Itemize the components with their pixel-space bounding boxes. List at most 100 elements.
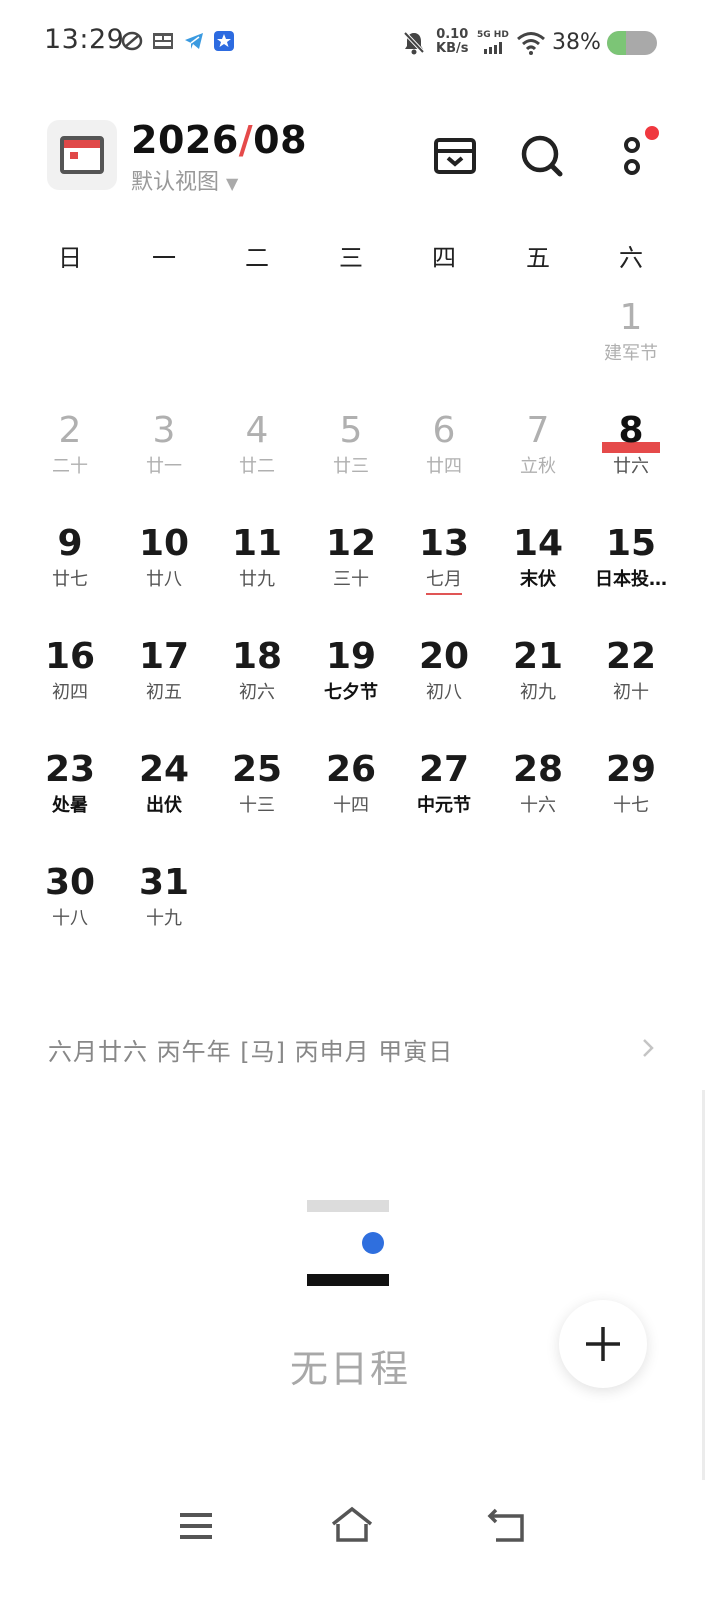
app-icon xyxy=(121,31,143,51)
day-cell[interactable]: 23 处暑 xyxy=(23,748,117,838)
day-number: 19 xyxy=(325,636,377,677)
net-speed: 0.10 KB/s xyxy=(436,28,468,56)
day-cell[interactable]: 21 初九 xyxy=(491,635,585,725)
telegram-icon xyxy=(185,33,203,49)
year-text: 2026 xyxy=(131,118,239,162)
day-lunar: 廿一 xyxy=(146,456,182,477)
weekday-wed: 三 xyxy=(339,244,363,272)
day-lunar: 十八 xyxy=(52,908,88,929)
day-lunar: 十九 xyxy=(146,908,182,929)
day-cell[interactable]: 20 初八 xyxy=(397,635,491,725)
day-lunar: 十四 xyxy=(333,795,369,816)
day-number: 2 xyxy=(58,410,82,451)
day-cell[interactable]: 1 建军节 xyxy=(584,296,678,386)
day-cell[interactable]: 25 十三 xyxy=(210,748,304,838)
day-number: 16 xyxy=(44,636,96,677)
day-lunar: 十六 xyxy=(520,795,556,816)
day-number: 28 xyxy=(512,749,564,790)
month-title[interactable]: 2026/08 xyxy=(131,118,307,162)
status-time: 13:29 xyxy=(44,24,125,55)
day-lunar: 廿六 xyxy=(613,456,649,477)
search-icon[interactable] xyxy=(516,130,568,182)
mute-bell-icon xyxy=(403,31,425,55)
day-lunar: 初八 xyxy=(426,682,462,703)
day-cell[interactable]: 6 廿四 xyxy=(397,409,491,499)
day-lunar: 末伏 xyxy=(520,569,556,590)
day-lunar: 廿三 xyxy=(333,456,369,477)
day-cell[interactable]: 13 七月 xyxy=(397,522,491,612)
day-cell[interactable]: 14 末伏 xyxy=(491,522,585,612)
day-number: 24 xyxy=(138,749,190,790)
day-number: 5 xyxy=(339,410,363,451)
title-slash: / xyxy=(238,118,254,162)
day-cell[interactable]: 22 初十 xyxy=(584,635,678,725)
day-cell[interactable]: 31 十九 xyxy=(117,861,211,951)
day-cell[interactable]: 28 十六 xyxy=(491,748,585,838)
day-number: 7 xyxy=(526,410,550,451)
day-number: 29 xyxy=(605,749,657,790)
view-label: 默认视图 xyxy=(131,170,220,195)
day-lunar: 初五 xyxy=(146,682,182,703)
day-cell[interactable]: 30 十八 xyxy=(23,861,117,951)
day-lunar: 十七 xyxy=(613,795,649,816)
day-number: 27 xyxy=(418,749,470,790)
day-cell[interactable]: 18 初六 xyxy=(210,635,304,725)
network-type: 5G HD xyxy=(477,30,509,40)
day-lunar: 日本投… xyxy=(595,569,667,590)
day-number: 4 xyxy=(245,410,269,451)
view-selector[interactable]: 默认视图 ▼ xyxy=(131,164,238,196)
day-cell[interactable]: 11 廿九 xyxy=(210,522,304,612)
day-cell[interactable]: 24 出伏 xyxy=(117,748,211,838)
scroll-indicator xyxy=(702,1090,705,1480)
day-cell[interactable]: 5 廿三 xyxy=(304,409,398,499)
day-number: 10 xyxy=(138,523,190,564)
add-event-button[interactable] xyxy=(559,1300,647,1388)
back-icon[interactable] xyxy=(486,1504,530,1548)
inbox-icon[interactable] xyxy=(429,130,481,182)
day-cell[interactable]: 27 中元节 xyxy=(397,748,491,838)
plus-icon xyxy=(586,1327,620,1361)
day-number: 1 xyxy=(619,297,643,338)
weekday-tue: 二 xyxy=(245,244,269,272)
chevron-right-icon[interactable] xyxy=(636,1034,660,1062)
day-cell[interactable]: 3 廿一 xyxy=(117,409,211,499)
lunar-date-info[interactable]: 六月廿六 丙午年 [马] 丙申月 甲寅日 xyxy=(48,1032,453,1067)
weekday-thu: 四 xyxy=(432,244,456,272)
day-number: 23 xyxy=(44,749,96,790)
day-cell[interactable]: 7 立秋 xyxy=(491,409,585,499)
day-lunar: 七月 xyxy=(426,568,462,595)
day-cell[interactable]: 10 廿八 xyxy=(117,522,211,612)
day-cell[interactable]: 4 廿二 xyxy=(210,409,304,499)
day-cell[interactable]: 15 日本投… xyxy=(584,522,678,612)
status-bar: 13:29 0.10 KB/s 5G HD 38% xyxy=(0,0,720,88)
day-number: 21 xyxy=(512,636,564,677)
day-cell[interactable]: 19 七夕节 xyxy=(304,635,398,725)
weekday-header: 日 一 二 三 四 五 六 xyxy=(0,238,720,278)
day-cell[interactable]: 29 十七 xyxy=(584,748,678,838)
day-number: 15 xyxy=(605,523,657,564)
day-number: 3 xyxy=(152,410,176,451)
wifi-icon xyxy=(517,32,545,55)
day-cell[interactable]: 16 初四 xyxy=(23,635,117,725)
net-speed-unit: KB/s xyxy=(436,41,469,56)
day-cell[interactable]: 26 十四 xyxy=(304,748,398,838)
day-lunar: 十三 xyxy=(239,795,275,816)
day-lunar: 建军节 xyxy=(604,343,658,364)
day-number: 25 xyxy=(231,749,283,790)
day-cell-today[interactable]: 8 廿六 xyxy=(584,409,678,499)
day-number: 9 xyxy=(57,523,83,564)
day-lunar: 初六 xyxy=(239,682,275,703)
calendar-logo-icon[interactable] xyxy=(47,120,117,190)
day-cell[interactable]: 17 初五 xyxy=(117,635,211,725)
battery-fill xyxy=(607,31,626,55)
day-cell[interactable]: 2 二十 xyxy=(23,409,117,499)
menu-icon[interactable] xyxy=(174,1504,218,1548)
day-number: 31 xyxy=(138,862,190,903)
home-icon[interactable] xyxy=(330,1504,374,1548)
day-cell[interactable]: 9 廿七 xyxy=(23,522,117,612)
day-lunar: 中元节 xyxy=(417,795,471,816)
day-lunar: 三十 xyxy=(333,569,369,590)
day-cell[interactable]: 12 三十 xyxy=(304,522,398,612)
day-lunar: 初九 xyxy=(520,682,556,703)
net-speed-value: 0.10 xyxy=(436,27,469,42)
